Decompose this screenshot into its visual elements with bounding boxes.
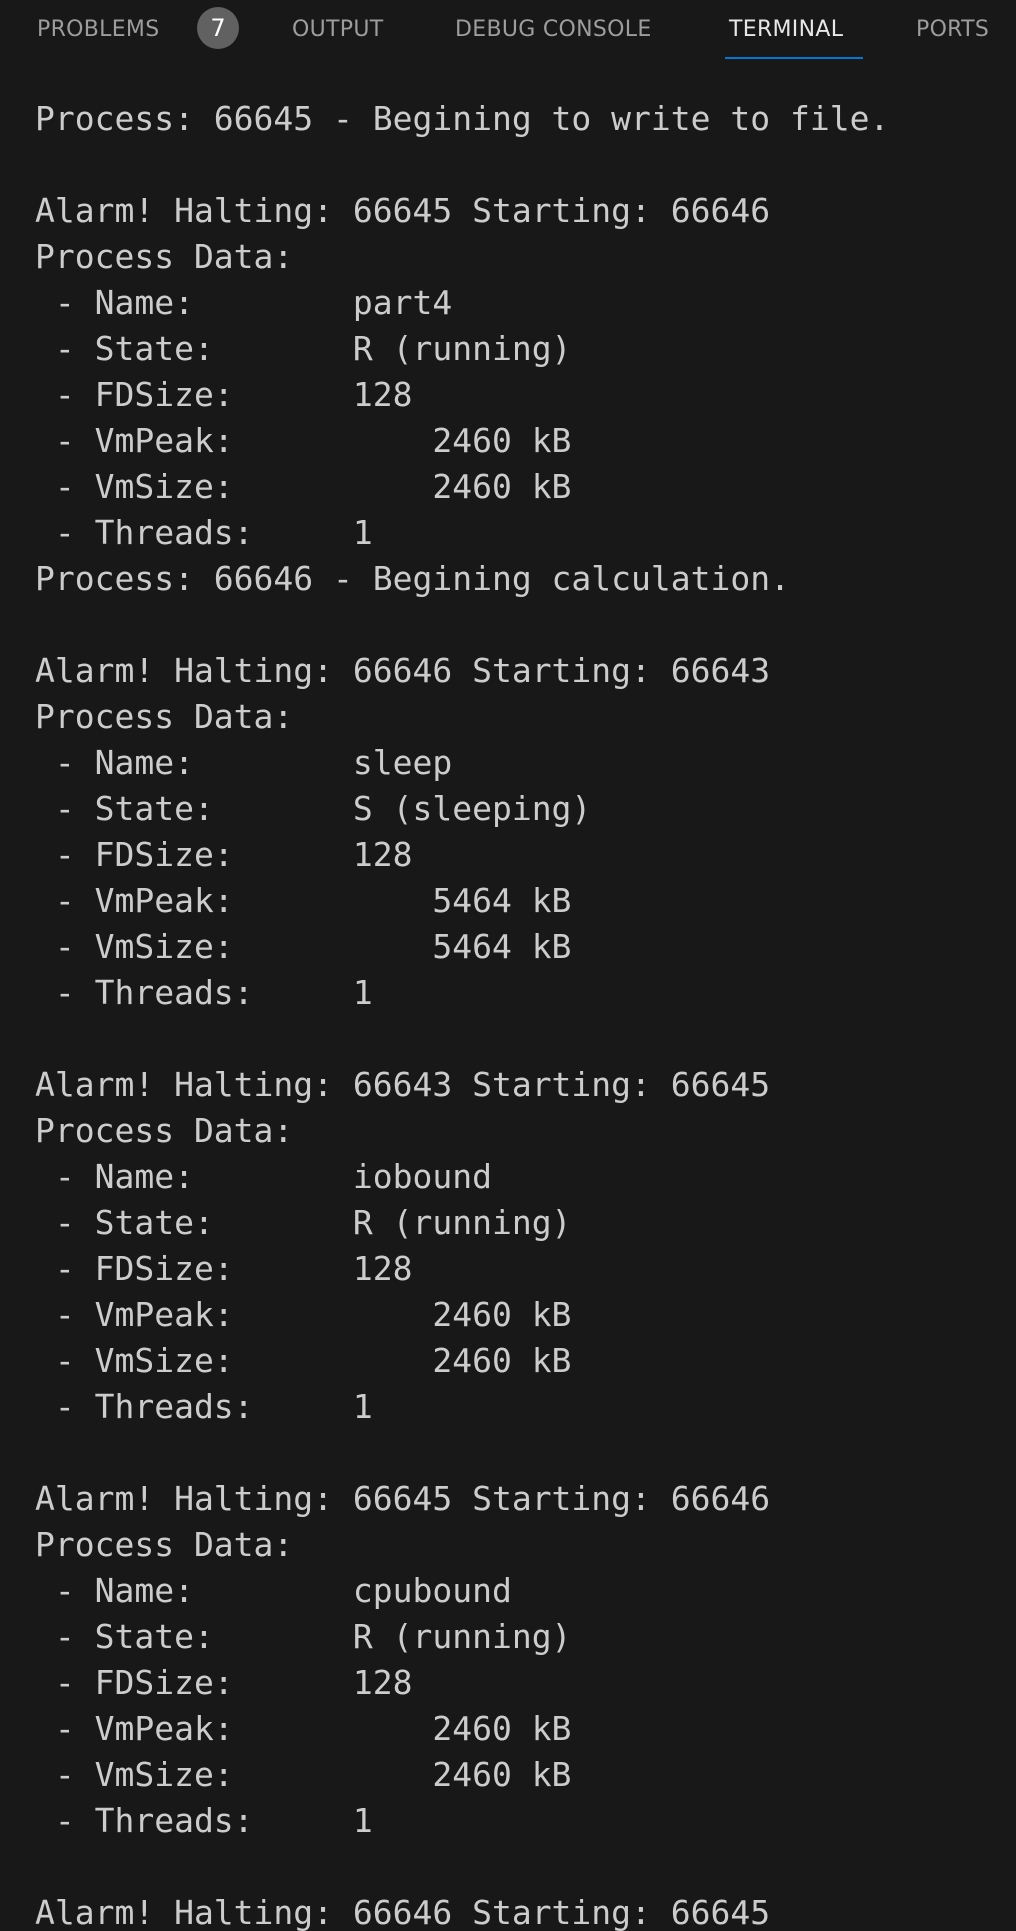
- terminal-line: - Name: sleep: [35, 743, 453, 782]
- terminal-line: - FDSize: 128: [35, 375, 413, 414]
- terminal-line: - VmPeak: 2460 kB: [35, 1295, 572, 1334]
- terminal-line: Process Data:: [35, 1111, 294, 1150]
- active-tab-indicator: [725, 57, 863, 59]
- terminal-line: Process: 66646 - Begining calculation.: [35, 559, 790, 598]
- terminal-line: - Name: iobound: [35, 1157, 492, 1196]
- terminal-line: Process Data:: [35, 1525, 294, 1564]
- terminal-line: - Threads: 1: [35, 1387, 373, 1426]
- terminal-line: - VmPeak: 5464 kB: [35, 881, 572, 920]
- terminal-line: - Name: cpubound: [35, 1571, 512, 1610]
- tab-terminal[interactable]: TERMINAL: [729, 14, 843, 46]
- terminal-line: Process Data:: [35, 237, 294, 276]
- terminal-line: - VmSize: 5464 kB: [35, 927, 572, 966]
- terminal-line: Alarm! Halting: 66646 Starting: 66645: [35, 1893, 771, 1931]
- terminal-line: - Threads: 1: [35, 973, 373, 1012]
- terminal-line: - Threads: 1: [35, 1801, 373, 1840]
- tab-problems[interactable]: PROBLEMS: [37, 14, 159, 46]
- problems-count-badge: 7: [197, 7, 239, 49]
- terminal-line: Process: 66645 - Begining to write to fi…: [35, 99, 890, 138]
- panel-tab-bar: PROBLEMS 7 OUTPUT DEBUG CONSOLE TERMINAL…: [0, 0, 1016, 60]
- terminal-line: - Name: part4: [35, 283, 453, 322]
- terminal-line: - FDSize: 128: [35, 1249, 413, 1288]
- terminal-line: - VmSize: 2460 kB: [35, 467, 572, 506]
- tab-output[interactable]: OUTPUT: [292, 14, 383, 46]
- terminal-line: Process Data:: [35, 697, 294, 736]
- terminal-line: - VmPeak: 2460 kB: [35, 421, 572, 460]
- terminal-line: Alarm! Halting: 66646 Starting: 66643: [35, 651, 771, 690]
- terminal-output[interactable]: Process: 66645 - Begining to write to fi…: [35, 96, 1010, 1931]
- terminal-line: Alarm! Halting: 66643 Starting: 66645: [35, 1065, 771, 1104]
- terminal-line: - VmSize: 2460 kB: [35, 1755, 572, 1794]
- terminal-line: - State: R (running): [35, 1617, 572, 1656]
- tab-ports[interactable]: PORTS: [916, 14, 989, 46]
- terminal-line: - FDSize: 128: [35, 835, 413, 874]
- tab-debug-console[interactable]: DEBUG CONSOLE: [455, 14, 652, 46]
- terminal-line: Alarm! Halting: 66645 Starting: 66646: [35, 1479, 771, 1518]
- terminal-line: - VmPeak: 2460 kB: [35, 1709, 572, 1748]
- terminal-line: - VmSize: 2460 kB: [35, 1341, 572, 1380]
- terminal-line: - State: R (running): [35, 329, 572, 368]
- terminal-line: - State: S (sleeping): [35, 789, 592, 828]
- terminal-line: - Threads: 1: [35, 513, 373, 552]
- terminal-line: - FDSize: 128: [35, 1663, 413, 1702]
- terminal-line: Alarm! Halting: 66645 Starting: 66646: [35, 191, 771, 230]
- terminal-line: - State: R (running): [35, 1203, 572, 1242]
